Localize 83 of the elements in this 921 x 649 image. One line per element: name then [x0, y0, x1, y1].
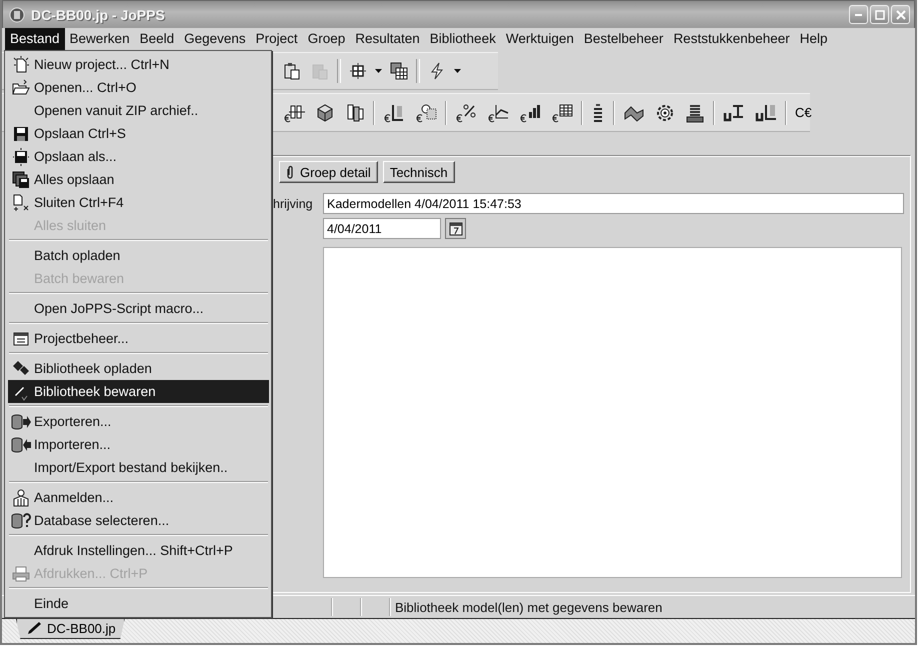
floppy-disks-icon [12, 170, 30, 188]
cube-icon [315, 102, 335, 122]
lightning-icon [428, 62, 446, 80]
menu-item[interactable]: Import/Export bestand bekijken.. [8, 456, 269, 479]
field-label: hrijving [273, 196, 314, 210]
database-question-icon [11, 512, 31, 528]
close-icon [896, 10, 906, 20]
floppy-disk-icon [12, 148, 30, 166]
database-export-icon [11, 414, 31, 430]
window-icon [13, 330, 29, 346]
person-icon [12, 488, 30, 506]
menu-item[interactable]: Open JoPPS-Script macro... [8, 297, 269, 320]
euro-bar-chart-icon [519, 102, 541, 122]
euro-table-icon [551, 102, 573, 122]
document-close-icon [12, 194, 30, 212]
tags-icon [12, 360, 30, 378]
date-field[interactable]: 4/04/2011 [323, 218, 441, 239]
caret-icon [454, 69, 461, 73]
clipboard-icon [283, 62, 301, 80]
menu-item[interactable]: Aanmelden... [8, 486, 269, 509]
menu-item[interactable]: Einde [8, 592, 269, 615]
stack-icon [591, 102, 605, 122]
menu-item[interactable]: Bestand [5, 28, 65, 50]
maximize-button[interactable] [870, 5, 889, 24]
calendar-icon [448, 222, 462, 236]
status-message: Bibliotheek model(len) met gegevens bewaren [394, 600, 662, 614]
app-logo-icon [9, 6, 25, 22]
paperclip-icon [286, 165, 294, 179]
euro-columns-icon [283, 102, 305, 122]
euro-pattern-icon [415, 102, 437, 122]
u-i-beam-icon [723, 102, 745, 122]
pencil-icon [25, 622, 43, 636]
euro-angle-icon [383, 102, 405, 122]
clipboard-icon [311, 62, 329, 80]
document-tab[interactable]: DC-BB00.jp [16, 619, 125, 639]
menu-item[interactable]: Exporteren... [8, 410, 269, 433]
menu-item[interactable]: Bewerken [64, 28, 135, 50]
menu-item[interactable]: Bibliotheek bewaren [8, 380, 269, 403]
menu-item[interactable]: Opslaan Ctrl+S [8, 122, 269, 145]
grid-icon [349, 62, 367, 80]
menu-item[interactable]: Beeld [134, 28, 180, 50]
menu-item[interactable]: Alles opslaan [8, 168, 269, 191]
windows-icon [390, 62, 408, 80]
maximize-icon [874, 10, 884, 20]
euro-percent-icon [455, 102, 477, 122]
menu-item[interactable]: Gegevens [179, 28, 251, 50]
menu-item[interactable]: Reststukkenbeheer [668, 28, 795, 50]
menu-item[interactable]: Sluiten Ctrl+F4 [8, 191, 269, 214]
close-button[interactable] [891, 5, 910, 24]
printer-icon [12, 566, 30, 582]
columns-icon [345, 102, 365, 122]
tab[interactable]: Technisch [382, 161, 455, 183]
menu-item[interactable]: Groep [302, 28, 350, 50]
menu-item[interactable]: Resultaten [350, 28, 425, 50]
menu-item[interactable]: Help [794, 28, 833, 50]
tab[interactable]: Groep detail [279, 161, 378, 183]
menu-item[interactable]: Werktuigen [500, 28, 579, 50]
minimize-icon [855, 14, 862, 16]
menu-item[interactable]: Importeren... [8, 433, 269, 456]
spring-icon [685, 102, 705, 122]
menu-item[interactable]: Bestelbeheer [578, 28, 668, 50]
menu-item[interactable]: Batch opladen [8, 244, 269, 267]
description-field[interactable]: Kadermodellen 4/04/2011 15:47:53 [323, 193, 904, 214]
folder-open-icon [12, 78, 30, 96]
menu-item[interactable]: Bibliotheek [424, 28, 501, 50]
minimize-button[interactable] [849, 5, 868, 24]
gear-icon [655, 102, 675, 122]
menu-item[interactable]: Database selecteren... [8, 509, 269, 532]
window-title: DC-BB00.jp - JoPPS [31, 6, 166, 22]
caret-icon [375, 69, 382, 73]
menu-item[interactable]: Openen vanuit ZIP archief.. [8, 99, 269, 122]
menu-item[interactable]: Openen... Ctrl+O [8, 76, 269, 99]
menu-item[interactable]: Projectbeheer... [8, 327, 269, 350]
menu-item[interactable]: Opslaan als... [8, 145, 269, 168]
toolbar-button[interactable]: C€ [790, 101, 817, 124]
euro-line-chart-icon [487, 102, 509, 122]
database-import-icon [11, 436, 31, 452]
u-angle-icon [755, 102, 777, 122]
calendar-button[interactable] [445, 218, 466, 239]
menu-item[interactable]: Afdruk Instellingen... Shift+Ctrl+P [8, 539, 269, 562]
new-document-icon [12, 56, 30, 74]
menu-item[interactable]: Bibliotheek opladen [8, 357, 269, 380]
menu-item[interactable]: Project [250, 28, 303, 50]
